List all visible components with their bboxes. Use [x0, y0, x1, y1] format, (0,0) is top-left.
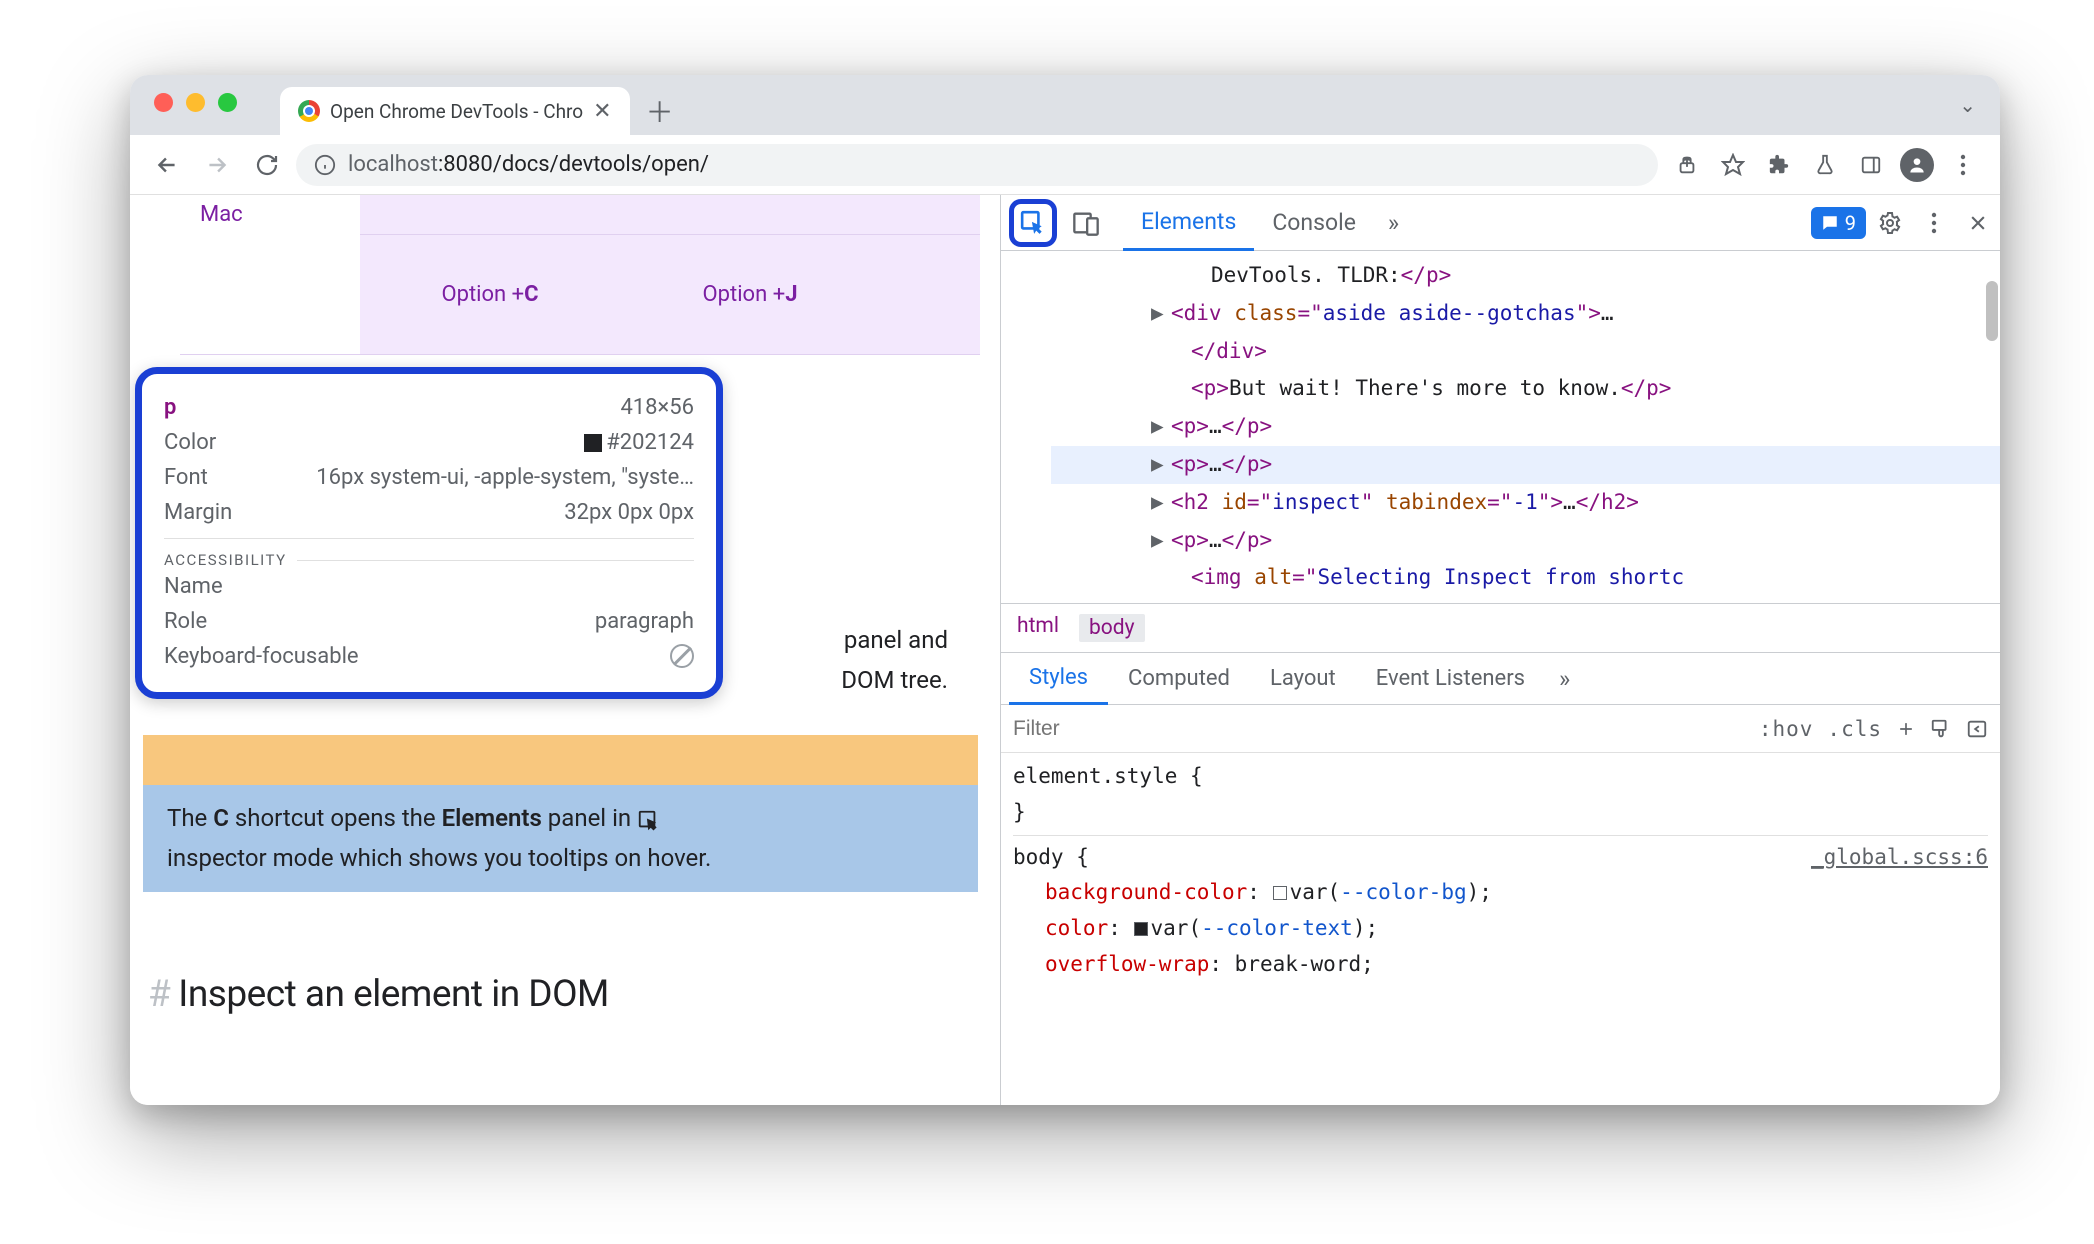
section-heading: #Inspect an element in DOM — [148, 973, 609, 1016]
page-text-fragment: DOM tree. — [841, 666, 948, 694]
bookmark-star-icon[interactable] — [1712, 144, 1754, 186]
window-maximize-button[interactable] — [218, 93, 237, 112]
color-swatch-icon[interactable] — [1134, 922, 1148, 936]
device-toolbar-button[interactable] — [1065, 202, 1107, 244]
tooltip-color-value: #202124 — [584, 430, 694, 455]
back-button[interactable] — [146, 144, 188, 186]
inspect-inline-icon — [637, 809, 659, 831]
labs-icon[interactable] — [1804, 144, 1846, 186]
tab-styles[interactable]: Styles — [1009, 653, 1108, 705]
tooltip-font-value: 16px system-ui, -apple-system, "syste… — [316, 465, 694, 490]
crumb-body[interactable]: body — [1079, 614, 1145, 642]
tooltip-font-label: Font — [164, 465, 208, 490]
styles-tabbar: Styles Computed Layout Event Listeners » — [1001, 653, 2000, 705]
side-panel-icon[interactable] — [1850, 144, 1892, 186]
tabs-more-icon[interactable]: » — [1374, 209, 1413, 237]
tab-elements[interactable]: Elements — [1123, 195, 1254, 251]
tab-event-listeners[interactable]: Event Listeners — [1356, 653, 1545, 705]
devtools-menu-icon[interactable] — [1920, 209, 1948, 237]
stylesheet-source-link[interactable]: _global.scss:6 — [1811, 840, 1988, 876]
new-tab-button[interactable]: ＋ — [640, 91, 680, 131]
devtools-tabbar: Elements Console » 9 — [1001, 195, 2000, 251]
extensions-icon[interactable] — [1758, 144, 1800, 186]
hov-toggle[interactable]: :hov — [1759, 717, 1814, 741]
tooltip-role-label: Role — [164, 609, 207, 634]
reload-button[interactable] — [246, 144, 288, 186]
tab-close-icon[interactable]: ✕ — [593, 99, 611, 124]
cls-toggle[interactable]: .cls — [1827, 717, 1882, 741]
dom-tree[interactable]: DevTools. TLDR:</p> ▶<div class="aside a… — [1001, 251, 2000, 603]
browser-toolbar: localhost:8080/docs/devtools/open/ — [130, 135, 2000, 195]
tab-layout[interactable]: Layout — [1250, 653, 1356, 705]
forward-button[interactable] — [196, 144, 238, 186]
tooltip-color-label: Color — [164, 430, 216, 455]
styles-pane[interactable]: element.style { } _global.scss:6 body { … — [1001, 753, 2000, 988]
styles-filter-input[interactable] — [1013, 717, 1745, 741]
tabs-overflow-icon[interactable]: ⌄ — [1959, 93, 1976, 117]
chrome-favicon-icon — [298, 100, 320, 122]
table-os-label: Mac — [180, 195, 360, 237]
new-style-rule-icon[interactable] — [1896, 719, 1916, 739]
tooltip-a11y-heading: ACCESSIBILITY — [164, 538, 694, 569]
crumb-html[interactable]: html — [1017, 614, 1059, 642]
page-viewport: Mac Option + C Option + J panel and DOM … — [130, 195, 1000, 1105]
window-titlebar: Open Chrome DevTools - Chro ✕ ＋ ⌄ — [130, 75, 2000, 135]
settings-gear-icon[interactable] — [1876, 209, 1904, 237]
browser-tab[interactable]: Open Chrome DevTools - Chro ✕ — [280, 87, 630, 135]
styles-filter-row: :hov .cls — [1001, 705, 2000, 753]
window-close-button[interactable] — [154, 93, 173, 112]
tab-computed[interactable]: Computed — [1108, 653, 1250, 705]
page-text-fragment: panel and — [844, 626, 948, 654]
tooltip-element-tag: p — [164, 395, 176, 420]
window-minimize-button[interactable] — [186, 93, 205, 112]
not-focusable-icon — [670, 644, 694, 668]
shortcut-option-j: Option + J — [620, 235, 880, 354]
shortcut-option-c: Option + C — [360, 235, 620, 354]
inspect-element-button[interactable] — [1009, 199, 1057, 247]
profile-avatar[interactable] — [1896, 144, 1938, 186]
tab-console[interactable]: Console — [1254, 195, 1374, 251]
chrome-menu-icon[interactable] — [1942, 144, 1984, 186]
style-tabs-more-icon[interactable]: » — [1545, 665, 1584, 693]
inspect-tooltip: p 418×56 Color #202124 Font 16px system-… — [135, 367, 723, 699]
devtools-close-icon[interactable] — [1964, 209, 1992, 237]
paint-brush-icon[interactable] — [1930, 718, 1952, 740]
tooltip-dimensions: 418×56 — [620, 395, 694, 420]
tooltip-margin-value: 32px 0px 0px — [564, 500, 694, 525]
share-icon[interactable] — [1666, 144, 1708, 186]
tab-title: Open Chrome DevTools - Chro — [330, 100, 583, 123]
url-path: :8080/docs/devtools/open/ — [438, 152, 709, 177]
dom-breadcrumbs[interactable]: html body — [1001, 603, 2000, 653]
inspected-paragraph-highlight: The C shortcut opens the Elements panel … — [143, 735, 978, 892]
address-bar[interactable]: localhost:8080/docs/devtools/open/ — [296, 144, 1658, 186]
tooltip-role-value: paragraph — [595, 609, 694, 634]
devtools-panel: Elements Console » 9 DevTools. TLDR:</p>… — [1000, 195, 2000, 1105]
issues-badge[interactable]: 9 — [1811, 207, 1866, 239]
toggle-panel-icon[interactable] — [1966, 718, 1988, 740]
color-swatch-icon[interactable] — [1273, 886, 1287, 900]
tooltip-margin-label: Margin — [164, 500, 232, 525]
tooltip-name-label: Name — [164, 574, 223, 599]
tooltip-keyboard-focusable-label: Keyboard-focusable — [164, 644, 359, 669]
site-info-icon[interactable] — [314, 154, 336, 176]
url-host: localhost — [348, 152, 438, 177]
color-swatch-icon — [584, 434, 602, 452]
